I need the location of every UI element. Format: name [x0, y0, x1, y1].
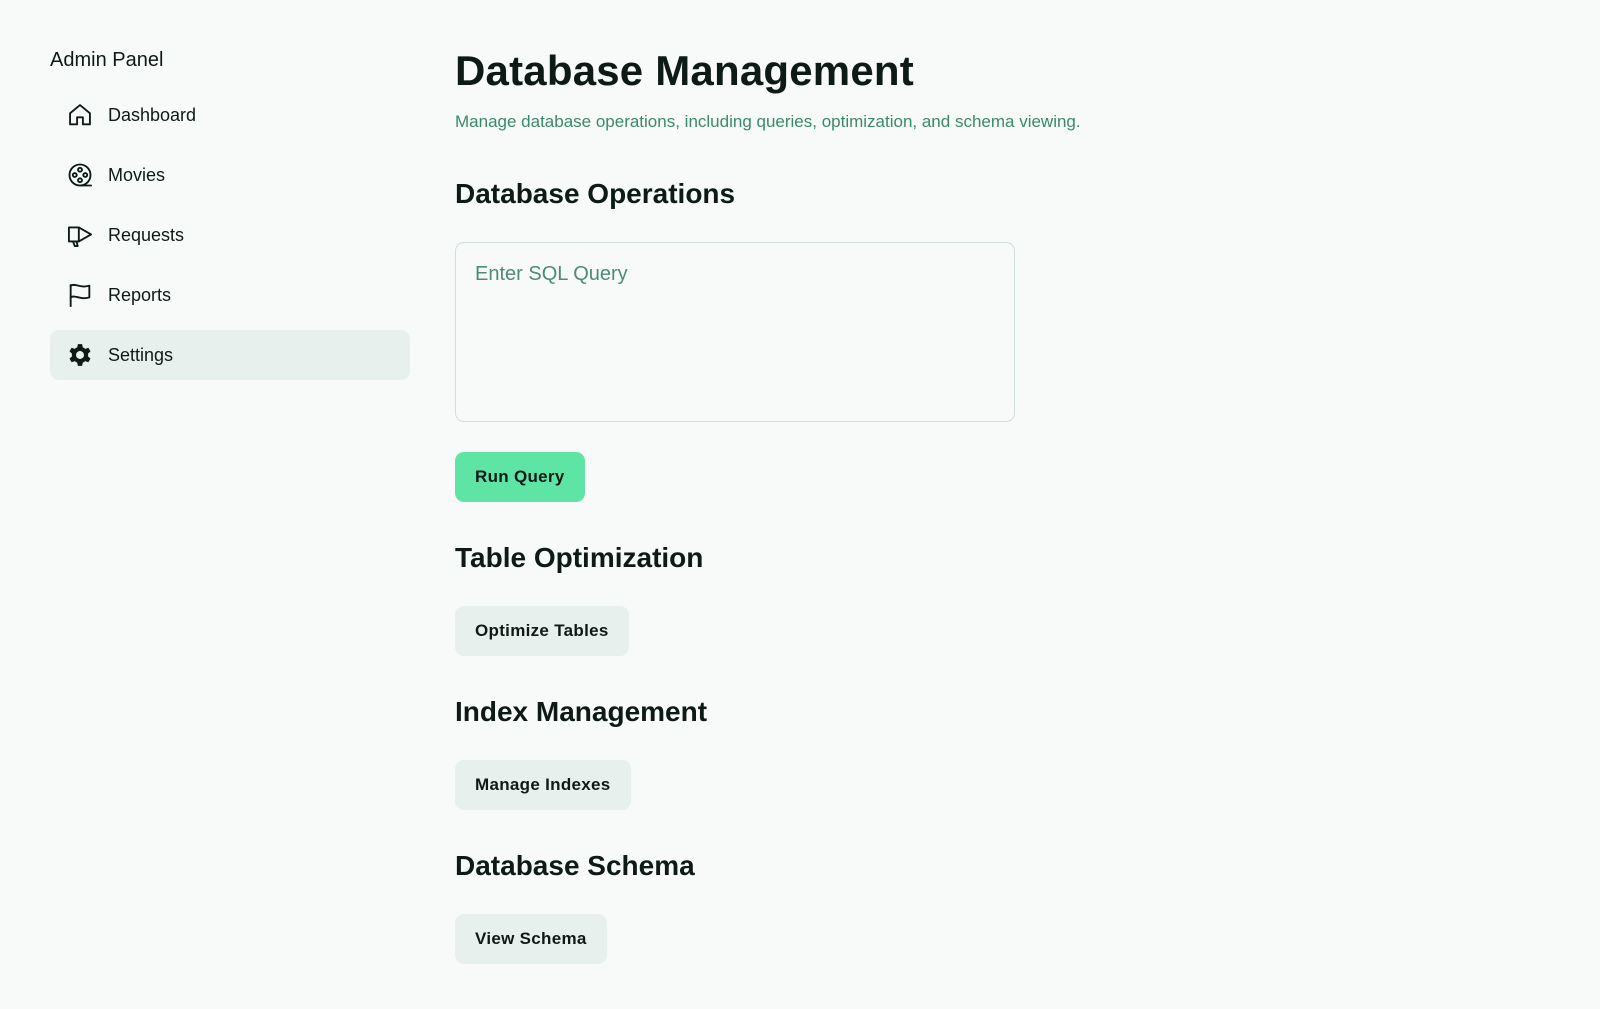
app-root: Admin Panel Dashboard Movies Requests Re…: [0, 0, 1600, 1009]
section-title-database-operations: Database Operations: [455, 178, 736, 209]
main-content: Database Management Manage database oper…: [455, 44, 1555, 964]
sidebar-item-requests[interactable]: Requests: [50, 210, 410, 260]
home-icon: [66, 101, 94, 129]
sidebar-item-movies[interactable]: Movies: [50, 150, 410, 200]
sidebar-item-settings[interactable]: Settings: [50, 330, 410, 380]
page-title: Database Management: [455, 47, 914, 94]
manage-indexes-button[interactable]: Manage Indexes: [455, 760, 631, 810]
sidebar-item-label: Settings: [108, 344, 174, 365]
page-subtitle: Manage database operations, including qu…: [455, 112, 1081, 131]
section-title-index-management: Index Management: [455, 696, 708, 727]
index-management-section: Index Management Manage Indexes: [455, 694, 1555, 810]
sidebar-title: Admin Panel: [50, 49, 164, 71]
sidebar-item-reports[interactable]: Reports: [50, 270, 410, 320]
database-schema-section: Database Schema View Schema: [455, 848, 1555, 964]
film-reel-icon: [66, 161, 94, 189]
view-schema-button[interactable]: View Schema: [455, 914, 607, 964]
sql-query-input[interactable]: [455, 242, 1015, 422]
sidebar: Admin Panel Dashboard Movies Requests Re…: [50, 46, 410, 390]
megaphone-icon: [66, 221, 94, 249]
section-title-database-schema: Database Schema: [455, 850, 695, 881]
sidebar-item-label: Movies: [108, 164, 166, 185]
sidebar-item-dashboard[interactable]: Dashboard: [50, 90, 410, 140]
flag-icon: [66, 281, 94, 309]
sidebar-item-label: Reports: [108, 284, 172, 305]
gear-icon: [66, 341, 94, 369]
sidebar-item-label: Dashboard: [108, 104, 197, 125]
table-optimization-section: Table Optimization Optimize Tables: [455, 540, 1555, 656]
optimize-tables-button[interactable]: Optimize Tables: [455, 606, 629, 656]
sidebar-item-label: Requests: [108, 224, 185, 245]
run-query-button[interactable]: Run Query: [455, 452, 585, 502]
section-title-table-optimization: Table Optimization: [455, 542, 704, 573]
